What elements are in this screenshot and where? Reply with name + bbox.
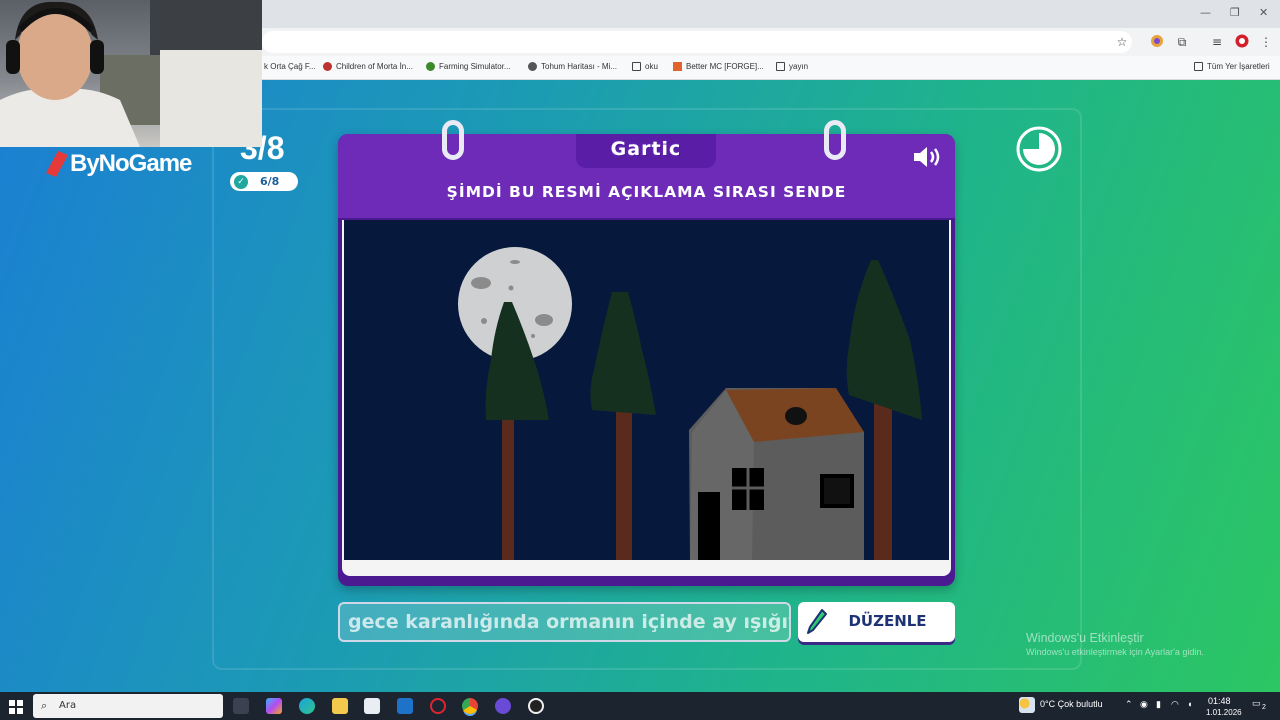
game-page: 3/8 ✓ 6/8 Gartic ŞİMDİ BU RESMİ AÇIKLAMA… <box>0 80 1280 692</box>
obs-icon[interactable] <box>528 698 544 714</box>
minimize-icon[interactable]: — <box>1200 6 1211 19</box>
curseforge-favicon-icon <box>673 62 682 71</box>
bookmark-item[interactable]: Children of Morta İn... <box>323 62 413 71</box>
speaker-icon[interactable] <box>912 144 946 170</box>
farming-favicon-icon <box>426 62 435 71</box>
notification-count: 2 <box>1262 704 1266 711</box>
star-icon[interactable]: ☆ <box>1114 34 1130 50</box>
windows-start-icon[interactable] <box>9 699 23 714</box>
clock-date[interactable]: 1.01.2026 <box>1206 708 1242 717</box>
edit-button-label: DÜZENLE <box>848 612 927 630</box>
folder-icon <box>632 62 641 71</box>
drawing-card: Gartic ŞİMDİ BU RESMİ AÇIKLAMA SIRASI SE… <box>338 120 955 586</box>
gartic-logo: Gartic <box>610 138 682 160</box>
completed-count: 6/8 <box>260 175 280 188</box>
edge-icon[interactable] <box>299 698 315 714</box>
task-view-icon[interactable] <box>233 698 249 714</box>
taskbar-search[interactable]: ⌕ Ara <box>33 694 223 718</box>
all-bookmarks-folder[interactable]: Tüm Yer İşaretleri <box>1194 62 1270 71</box>
mail-icon[interactable] <box>397 698 413 714</box>
volume-icon[interactable]: ◖ <box>1187 699 1192 709</box>
bookmark-folder[interactable]: oku <box>632 62 658 71</box>
weather-icon <box>1019 697 1035 713</box>
file-explorer-icon[interactable] <box>332 698 348 714</box>
activation-watermark: Windows'u Etkinleştir Windows'u etkinleş… <box>1026 631 1204 657</box>
edit-button[interactable]: DÜZENLE <box>798 602 955 642</box>
logo-tab: Gartic <box>576 134 716 168</box>
bynogame-brand: ByNoGame <box>46 150 192 178</box>
canvas-paper <box>342 220 951 576</box>
opera-icon[interactable] <box>430 698 446 714</box>
store-icon[interactable] <box>364 698 380 714</box>
bookmark-item[interactable]: Better MC [FORGE]... <box>673 62 764 71</box>
completed-badge: ✓ 6/8 <box>230 172 298 191</box>
drawing-canvas <box>344 220 949 560</box>
chrome-icon[interactable] <box>462 698 478 714</box>
menu-icon[interactable]: ⋮ <box>1258 34 1274 50</box>
bynogame-logo-icon <box>46 151 68 177</box>
notification-icon[interactable]: ▭ <box>1252 698 1261 709</box>
wifi-icon[interactable]: ◠ <box>1171 699 1179 710</box>
discord-icon[interactable] <box>495 698 511 714</box>
webcam-feed-image <box>0 0 262 147</box>
restore-icon[interactable]: ❐ <box>1230 6 1240 19</box>
network-icon[interactable]: ◉ <box>1140 699 1148 710</box>
card-header: Gartic ŞİMDİ BU RESMİ AÇIKLAMA SIRASI SE… <box>338 134 955 218</box>
bookmark-folder[interactable]: yayın <box>776 62 808 71</box>
chevron-up-icon[interactable]: ⌃ <box>1125 699 1133 710</box>
clock-time[interactable]: 01:48 <box>1208 696 1231 706</box>
bookmark-item[interactable]: Tohum Haritası - Mi... <box>528 62 617 71</box>
check-icon: ✓ <box>234 174 248 189</box>
binder-ring-left <box>442 120 464 160</box>
watermark-title: Windows'u Etkinleştir <box>1026 631 1144 645</box>
profile-extension-icon[interactable] <box>1149 34 1165 50</box>
address-bar[interactable]: ☆ <box>262 31 1132 53</box>
weather-text[interactable]: 0°C Çok bulutlu <box>1040 699 1103 709</box>
search-placeholder: Ara <box>59 700 77 711</box>
folder-icon <box>1194 62 1203 71</box>
steam-favicon-icon <box>323 62 332 71</box>
answer-input[interactable]: gece karanlığında ormanın içinde ay ışığ… <box>338 602 791 642</box>
watermark-subtitle: Windows'u etkinleştirmek için Ayarlar'a … <box>1026 647 1204 657</box>
turn-prompt: ŞİMDİ BU RESMİ AÇIKLAMA SIRASI SENDE <box>446 183 847 201</box>
avatar[interactable] <box>1234 34 1250 50</box>
close-icon[interactable]: ✕ <box>1259 6 1268 19</box>
timer-icon <box>1016 126 1062 172</box>
webcam-overlay <box>0 0 262 147</box>
bookmark-item[interactable]: Farming Simulator... <box>426 62 511 71</box>
brand-name: ByNoGame <box>70 150 192 177</box>
microphone-icon[interactable]: ▮ <box>1156 699 1161 710</box>
map-favicon-icon <box>528 62 537 71</box>
folder-icon <box>776 62 785 71</box>
copilot-icon[interactable] <box>266 698 282 714</box>
reading-list-icon[interactable]: ≡ <box>1209 34 1225 50</box>
binder-ring-right <box>824 120 846 160</box>
house-drawing <box>689 388 864 560</box>
bookmark-item[interactable]: k Orta Çağ F... <box>264 62 316 71</box>
search-icon: ⌕ <box>41 699 48 712</box>
windows-taskbar: ⌕ Ara 0°C Çok bulutlu ⌃ ◉ ▮ ◠ ◖ 01:48 1.… <box>0 692 1280 720</box>
extensions-icon[interactable]: ⧉ <box>1174 34 1190 50</box>
